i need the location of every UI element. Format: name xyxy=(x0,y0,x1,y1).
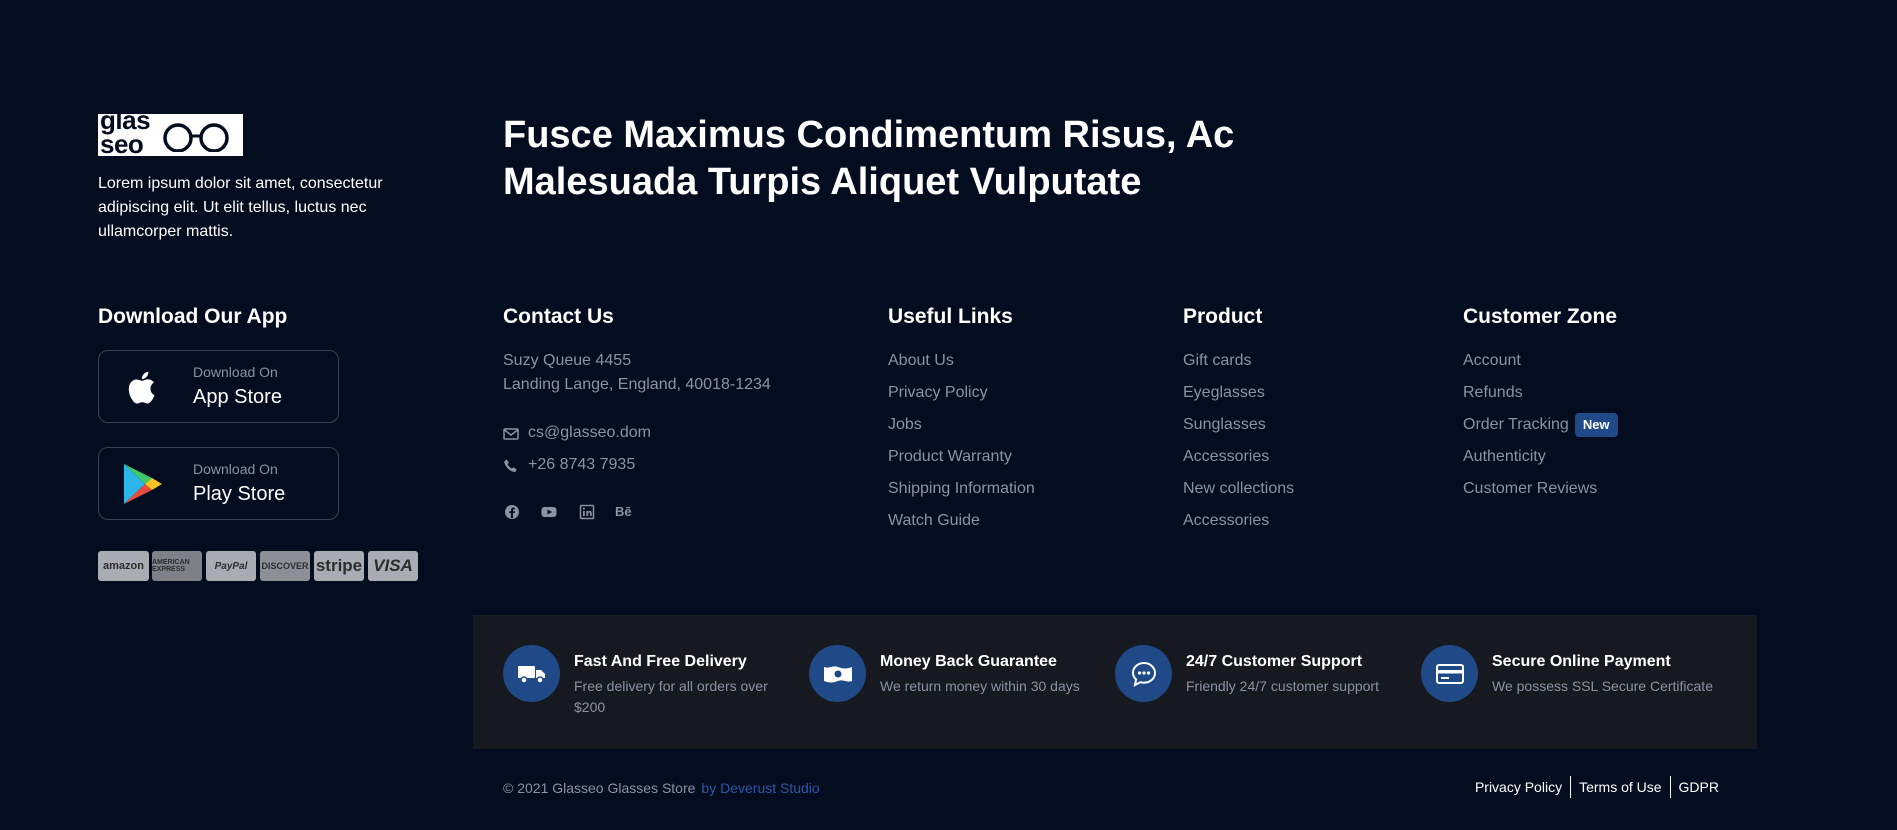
footer-privacy-policy-link[interactable]: Privacy Policy xyxy=(1467,779,1570,798)
credit-card-icon xyxy=(1435,663,1464,684)
amazon-payments-logo: amazon xyxy=(98,551,149,581)
brand-intro: Lorem ipsum dolor sit amet, consectetur … xyxy=(98,175,383,240)
link-order-tracking-row[interactable]: Order Tracking New xyxy=(1463,413,1618,445)
phone-link[interactable]: +26 8743 7935 xyxy=(528,456,635,474)
link-shipping-information[interactable]: Shipping Information xyxy=(888,479,1035,511)
useful-links-title: Useful Links xyxy=(888,305,1013,328)
chat-icon xyxy=(1131,661,1156,687)
headline: Fusce Maximus Condimentum Risus, Ac Male… xyxy=(503,112,1303,206)
email-link[interactable]: cs@glasseo.dom xyxy=(528,424,651,442)
stripe-logo: stripe xyxy=(314,551,364,581)
headline-line-2: Malesuada Turpis Aliquet Vulputate xyxy=(503,161,1142,203)
paypal-logo: PayPal xyxy=(206,551,256,581)
feature-secure-payment-title: Secure Online Payment xyxy=(1492,653,1671,670)
feature-delivery-desc: Free delivery for all orders over $200 xyxy=(574,678,768,715)
google-play-icon xyxy=(124,464,162,504)
new-badge: New xyxy=(1574,413,1618,437)
link-about-us[interactable]: About Us xyxy=(888,351,1035,383)
link-customer-reviews[interactable]: Customer Reviews xyxy=(1463,479,1618,511)
useful-links-list: About Us Privacy Policy Jobs Product War… xyxy=(888,351,1035,543)
behance-icon[interactable]: Bē xyxy=(615,503,633,521)
feature-delivery-title: Fast And Free Delivery xyxy=(574,653,747,670)
glasses-logo-icon xyxy=(163,123,229,152)
download-app-title: Download Our App xyxy=(98,305,288,328)
app-store-label: App Store xyxy=(193,386,282,408)
product-title: Product xyxy=(1183,305,1263,328)
contact-title: Contact Us xyxy=(503,305,614,328)
customer-zone-list: Account Refunds Order Tracking New Authen… xyxy=(1463,351,1618,511)
money-icon xyxy=(823,665,852,682)
link-new-collections[interactable]: New collections xyxy=(1183,479,1294,511)
discover-logo: DISCOVER xyxy=(260,551,310,581)
link-authenticity[interactable]: Authenticity xyxy=(1463,447,1618,479)
product-list: Gift cards Eyeglasses Sunglasses Accesso… xyxy=(1183,351,1294,543)
phone-icon xyxy=(504,459,517,472)
customer-zone-title: Customer Zone xyxy=(1463,305,1618,328)
link-watch-guide[interactable]: Watch Guide xyxy=(888,511,1035,543)
link-account[interactable]: Account xyxy=(1463,351,1618,383)
feature-support-title: 24/7 Customer Support xyxy=(1186,653,1363,670)
facebook-icon[interactable] xyxy=(503,503,521,521)
apple-icon xyxy=(128,371,155,404)
studio-credit-link[interactable]: by Deverust Studio xyxy=(701,780,819,796)
visa-logo: VISA xyxy=(368,551,418,581)
copyright-text: © 2021 Glasseo Glasses Store xyxy=(503,780,696,796)
american-express-logo: AMERICAN EXPRESS xyxy=(152,551,202,581)
logo-wordmark: glas seo xyxy=(100,114,160,156)
link-jobs[interactable]: Jobs xyxy=(888,415,1035,447)
play-store-label: Play Store xyxy=(193,483,286,505)
link-gift-cards[interactable]: Gift cards xyxy=(1183,351,1294,383)
app-store-small-label: Download On xyxy=(193,364,278,380)
legal-links: Privacy Policy Terms of Use GDPR xyxy=(1467,776,1727,798)
linkedin-icon[interactable] xyxy=(578,503,596,521)
link-privacy-policy[interactable]: Privacy Policy xyxy=(888,383,1035,415)
address-line-1: Suzy Queue 4455 xyxy=(503,352,632,369)
address-line-2: Landing Lange, England, 40018-1234 xyxy=(503,376,771,393)
logo[interactable]: glas seo xyxy=(98,114,243,156)
link-accessories-2[interactable]: Accessories xyxy=(1183,511,1294,543)
truck-icon xyxy=(517,665,545,684)
link-refunds[interactable]: Refunds xyxy=(1463,383,1618,415)
copyright: © 2021 Glasseo Glasses Store by Deverust … xyxy=(503,780,820,796)
link-product-warranty[interactable]: Product Warranty xyxy=(888,447,1035,479)
feature-money-back-desc: We return money within 30 days xyxy=(880,678,1080,694)
link-accessories[interactable]: Accessories xyxy=(1183,447,1294,479)
youtube-icon[interactable] xyxy=(540,503,558,521)
feature-secure-payment-desc: We possess SSL Secure Certificate xyxy=(1492,678,1713,694)
envelope-icon xyxy=(503,428,519,440)
logo-line-2: seo xyxy=(100,129,144,156)
link-order-tracking[interactable]: Order Tracking xyxy=(1463,416,1569,433)
app-store-button[interactable]: Download On App Store xyxy=(98,350,339,423)
footer-gdpr-link[interactable]: GDPR xyxy=(1671,779,1727,798)
chat-icon-circle xyxy=(1115,645,1172,702)
money-icon-circle xyxy=(809,645,866,702)
headline-line-1: Fusce Maximus Condimentum Risus, Ac xyxy=(503,114,1235,156)
link-sunglasses[interactable]: Sunglasses xyxy=(1183,415,1294,447)
credit-card-icon-circle xyxy=(1421,645,1478,702)
play-store-small-label: Download On xyxy=(193,461,278,477)
footer-terms-link[interactable]: Terms of Use xyxy=(1571,779,1669,798)
feature-support-desc: Friendly 24/7 customer support xyxy=(1186,678,1379,694)
feature-money-back-title: Money Back Guarantee xyxy=(880,653,1057,670)
truck-icon-circle xyxy=(503,645,560,702)
link-eyeglasses[interactable]: Eyeglasses xyxy=(1183,383,1294,415)
play-store-button[interactable]: Download On Play Store xyxy=(98,447,339,520)
features-band: Fast And Free Delivery Free delivery for… xyxy=(473,615,1757,749)
